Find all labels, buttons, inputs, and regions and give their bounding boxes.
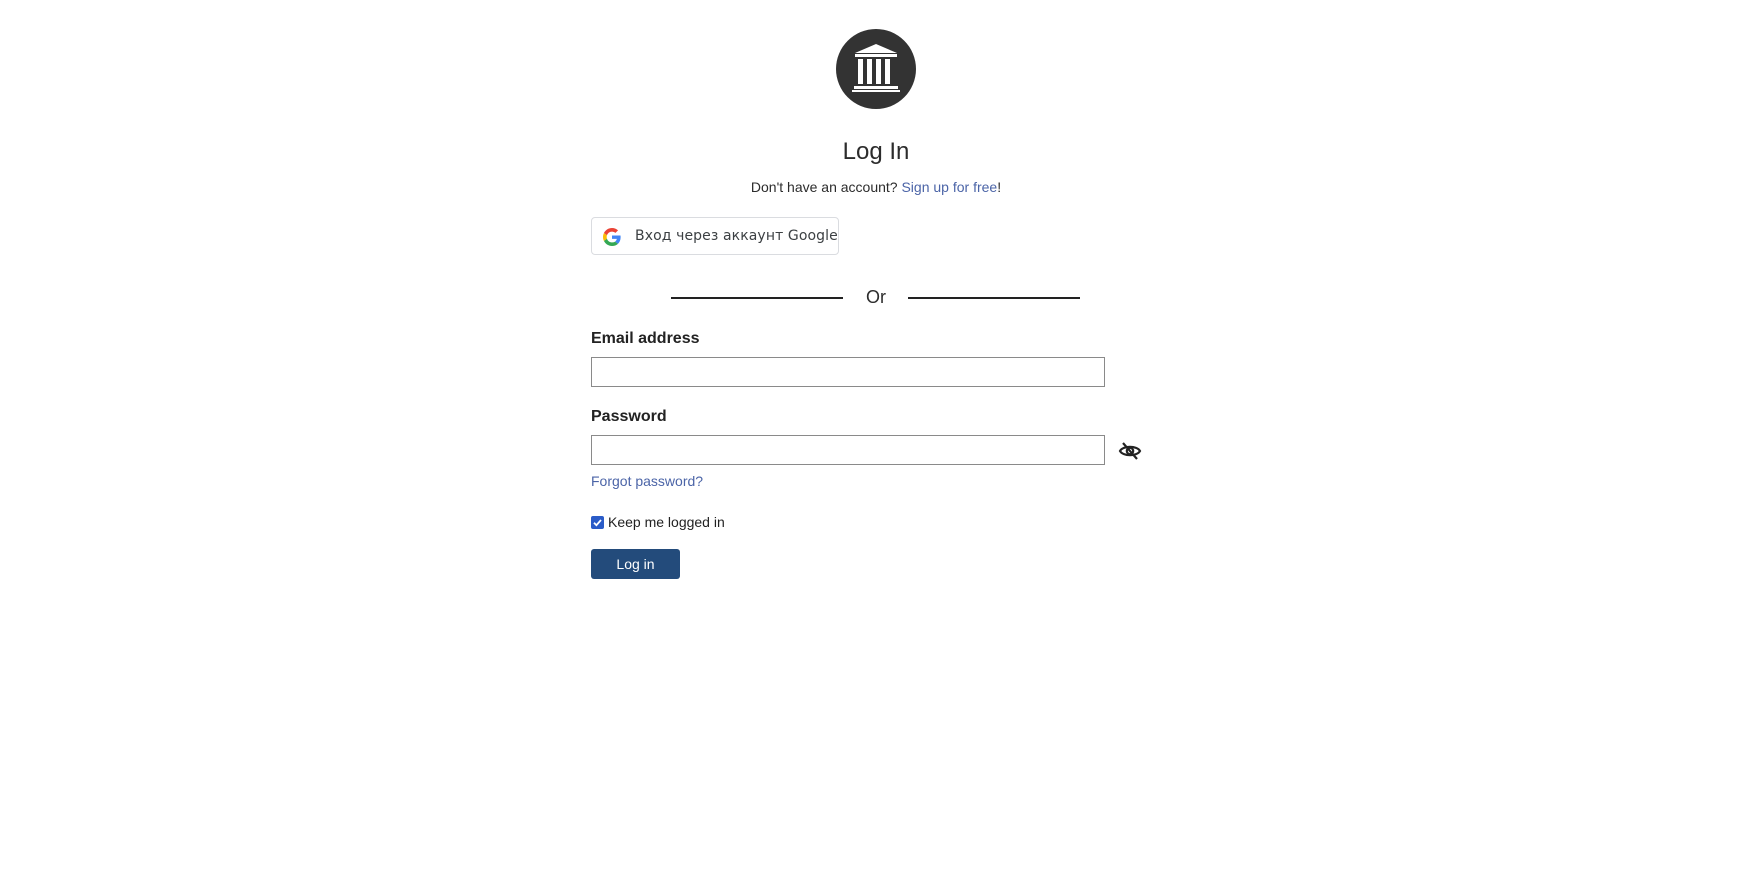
divider-line-right bbox=[908, 297, 1080, 299]
password-label: Password bbox=[591, 408, 667, 425]
password-input[interactable] bbox=[591, 435, 1105, 465]
divider-label: Or bbox=[866, 287, 886, 307]
archive-logo[interactable] bbox=[836, 29, 916, 109]
email-input[interactable] bbox=[591, 357, 1105, 387]
google-signin-label: Вход через аккаунт Google bbox=[635, 228, 838, 244]
forgot-password-link[interactable]: Forgot password? bbox=[591, 472, 703, 490]
remember-me-label[interactable]: Keep me logged in bbox=[608, 513, 725, 531]
signup-suffix: ! bbox=[997, 179, 1002, 195]
signup-prompt: Don't have an account? Sign up for free! bbox=[0, 178, 1746, 196]
google-signin-button[interactable]: Вход через аккаунт Google bbox=[591, 217, 839, 255]
signup-link[interactable]: Sign up for free bbox=[901, 179, 997, 195]
password-visibility-toggle[interactable] bbox=[1118, 440, 1142, 462]
login-page: Log In Don't have an account? Sign up fo… bbox=[0, 0, 1746, 873]
checkmark-icon bbox=[593, 518, 602, 527]
archive-building-icon bbox=[852, 44, 900, 92]
remember-me-checkbox[interactable] bbox=[591, 515, 604, 529]
signup-prompt-text: Don't have an account? bbox=[750, 179, 898, 195]
page-title: Log In bbox=[842, 138, 910, 165]
remember-me: Keep me logged in bbox=[591, 513, 725, 531]
eye-slash-icon bbox=[1118, 442, 1142, 460]
login-button[interactable]: Log in bbox=[591, 549, 680, 579]
google-icon bbox=[603, 228, 621, 246]
email-label: Email address bbox=[591, 330, 700, 347]
